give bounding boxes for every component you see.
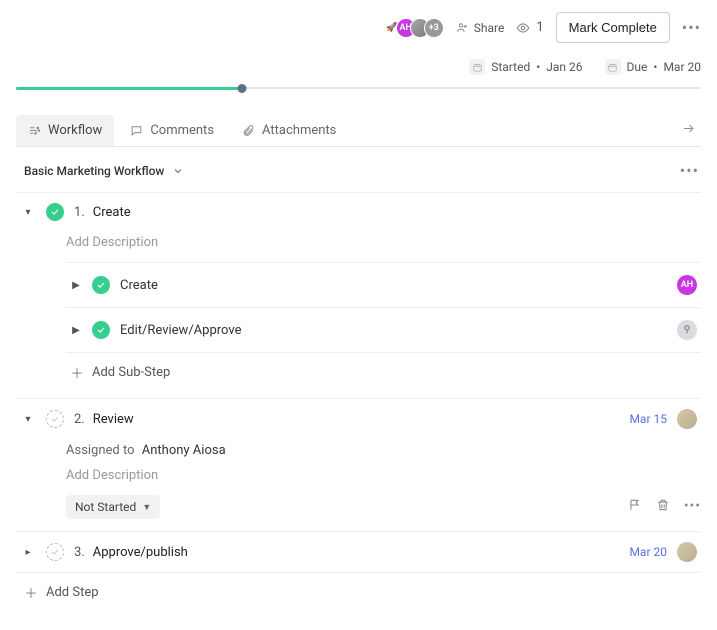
share-button[interactable]: Share [456,21,505,35]
avatar-stack[interactable]: 🚀 AH +3 [382,18,444,38]
add-substep-button[interactable]: ＋ Add Sub-Step [66,352,701,392]
expand-toggle[interactable]: ▾ [20,207,36,218]
tab-comments-label: Comments [150,123,214,138]
assignee-avatar[interactable] [677,542,697,562]
assignee-avatar[interactable]: AH [677,275,697,295]
share-icon [456,21,469,34]
step-review: ▾ 2. Review Mar 15 Assigned to Anthony A… [16,399,701,532]
substep-create[interactable]: ▶ Create AH [66,262,701,307]
assignee-avatar[interactable] [677,409,697,429]
step-approve-publish: ▸ 3. Approve/publish Mar 20 [16,532,701,573]
header-bar: 🚀 AH +3 Share 1 Mark Complete ••• [16,12,701,43]
add-step-button[interactable]: ＋ Add Step [16,573,701,612]
chevron-down-icon: ▼ [142,502,151,513]
watch-count[interactable]: 1 [516,20,543,35]
step-number: 2. [74,412,85,427]
plus-icon: ＋ [70,366,84,380]
comment-icon [130,124,143,137]
assignee-avatar[interactable]: ⚲ [677,320,697,340]
calendar-icon [605,59,621,75]
status-label: Not Started [75,500,136,514]
status-dropdown[interactable]: Not Started ▼ [66,495,160,519]
chevron-down-icon [172,165,184,177]
substep-title: Edit/Review/Approve [120,323,667,338]
add-step-label: Add Step [46,585,99,600]
add-description-field[interactable]: Add Description [66,235,701,250]
flag-icon[interactable] [628,498,642,516]
progress-bar[interactable] [16,85,701,91]
assignee-name: Anthony Aiosa [142,443,226,458]
substep-title: Create [120,278,667,293]
substep-edit-review-approve[interactable]: ▶ Edit/Review/Approve ⚲ [66,307,701,352]
step-more-button[interactable]: ••• [684,498,701,516]
avatar-more: +3 [424,18,444,38]
step-title[interactable]: Review [93,412,620,427]
eye-icon [516,21,530,35]
tab-bar: Workflow Comments Attachments [16,115,701,147]
tab-attachments[interactable]: Attachments [230,115,348,146]
collapse-panel-button[interactable] [676,116,701,145]
assigned-to-label: Assigned to [66,443,135,458]
step-number: 1. [74,205,85,220]
step-title[interactable]: Approve/publish [93,545,620,560]
tab-workflow[interactable]: Workflow [16,115,114,146]
started-date: Jan 26 [546,60,582,74]
due-prefix: Due [627,60,648,74]
plus-icon: ＋ [24,586,38,600]
attachment-icon [242,124,255,137]
assigned-to-row[interactable]: Assigned to Anthony Aiosa [66,443,701,458]
expand-toggle[interactable]: ▸ [20,547,36,558]
status-pending-icon[interactable] [46,543,64,561]
workflow-more-button[interactable]: ••• [680,161,699,180]
step-due-date[interactable]: Mar 20 [629,545,667,559]
due-date: Mar 20 [663,60,701,74]
dates-row: Started • Jan 26 Due • Mar 20 [16,59,701,75]
add-substep-label: Add Sub-Step [92,365,170,380]
tab-comments[interactable]: Comments [118,115,226,146]
delete-icon[interactable] [656,498,670,516]
status-done-icon [92,276,110,294]
expand-toggle[interactable]: ▶ [70,325,82,336]
step-title[interactable]: Create [93,205,697,220]
calendar-icon [469,59,485,75]
workflow-selector[interactable]: Basic Marketing Workflow [24,164,184,178]
workflow-icon [28,124,41,137]
step-due-date[interactable]: Mar 15 [629,412,667,426]
workflow-title: Basic Marketing Workflow [24,164,164,178]
share-label: Share [474,21,505,35]
tab-attachments-label: Attachments [262,123,336,138]
started-date-chip[interactable]: Started • Jan 26 [469,59,582,75]
expand-toggle[interactable]: ▾ [20,414,36,425]
status-pending-icon[interactable] [46,410,64,428]
status-done-icon [92,321,110,339]
step-create: ▾ 1. Create Add Description ▶ Create AH … [16,193,701,399]
mark-complete-button[interactable]: Mark Complete [556,12,670,43]
status-done-icon[interactable] [46,203,64,221]
due-date-chip[interactable]: Due • Mar 20 [605,59,701,75]
add-description-field[interactable]: Add Description [66,468,701,483]
more-menu-button[interactable]: ••• [682,18,701,37]
step-number: 3. [74,545,85,560]
tab-workflow-label: Workflow [48,123,102,138]
watch-number: 1 [536,20,543,35]
expand-toggle[interactable]: ▶ [70,280,82,291]
started-prefix: Started [491,60,530,74]
